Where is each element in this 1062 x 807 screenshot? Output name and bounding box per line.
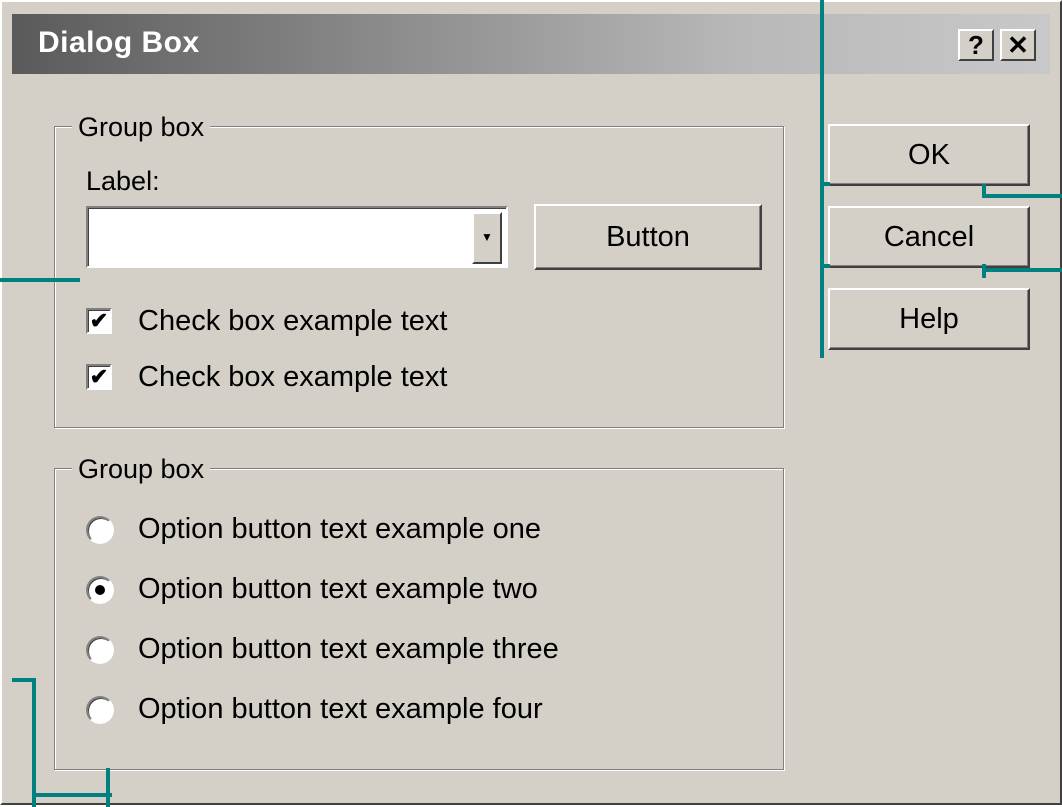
radio-option-4-label[interactable]: Option button text example four xyxy=(138,692,543,726)
callout-line-ok-tick xyxy=(820,182,830,186)
field-label: Label: xyxy=(86,166,160,196)
radio-option-2-label[interactable]: Option button text example two xyxy=(138,572,538,606)
callout-line-margin-top xyxy=(12,678,36,682)
callout-line-margin-vertical xyxy=(32,678,36,807)
radio-option-3[interactable] xyxy=(86,636,114,664)
dialog-title: Dialog Box xyxy=(38,26,200,59)
radio-selected-dot xyxy=(95,585,105,595)
radio-option-3-label[interactable]: Option button text example three xyxy=(138,632,559,666)
cancel-button[interactable]: Cancel xyxy=(828,206,1030,268)
checkbox-2-label[interactable]: Check box example text xyxy=(138,360,447,394)
checkbox-2[interactable]: ✔ xyxy=(86,364,112,390)
checkbox-1-label[interactable]: Check box example text xyxy=(138,304,447,338)
checkbox-1[interactable]: ✔ xyxy=(86,308,112,334)
callout-line-buttons-vertical xyxy=(820,0,824,358)
help-button[interactable]: Help xyxy=(828,288,1030,350)
callout-line-cancel-tick xyxy=(820,264,830,268)
group-box-1-label: Group box xyxy=(72,112,211,142)
radio-option-1[interactable] xyxy=(86,516,114,544)
dropdown-combo[interactable]: ▼ xyxy=(86,206,508,268)
callout-line-spacing-1 xyxy=(982,194,1062,198)
callout-line-group-left xyxy=(0,278,80,282)
help-question-button[interactable]: ? xyxy=(958,29,994,61)
callout-line-spacing-2-tick xyxy=(982,264,986,278)
callout-line-spacing-2 xyxy=(982,268,1062,272)
radio-option-1-label[interactable]: Option button text example one xyxy=(138,512,541,546)
title-bar[interactable]: Dialog Box ? ✕ xyxy=(12,14,1050,74)
dialog-window: Dialog Box ? ✕ Group box Label: ▼ Button… xyxy=(0,0,1062,805)
callout-line-margin-bottom xyxy=(32,793,112,797)
generic-button[interactable]: Button xyxy=(534,204,762,270)
radio-option-4[interactable] xyxy=(86,696,114,724)
group-box-2-label: Group box xyxy=(72,454,211,484)
callout-line-margin-tick xyxy=(106,768,110,807)
dropdown-arrow-icon[interactable]: ▼ xyxy=(472,212,502,264)
close-button[interactable]: ✕ xyxy=(1000,29,1036,61)
callout-line-spacing-1-tick xyxy=(982,184,986,198)
ok-button[interactable]: OK xyxy=(828,124,1030,186)
radio-option-2[interactable] xyxy=(86,576,114,604)
